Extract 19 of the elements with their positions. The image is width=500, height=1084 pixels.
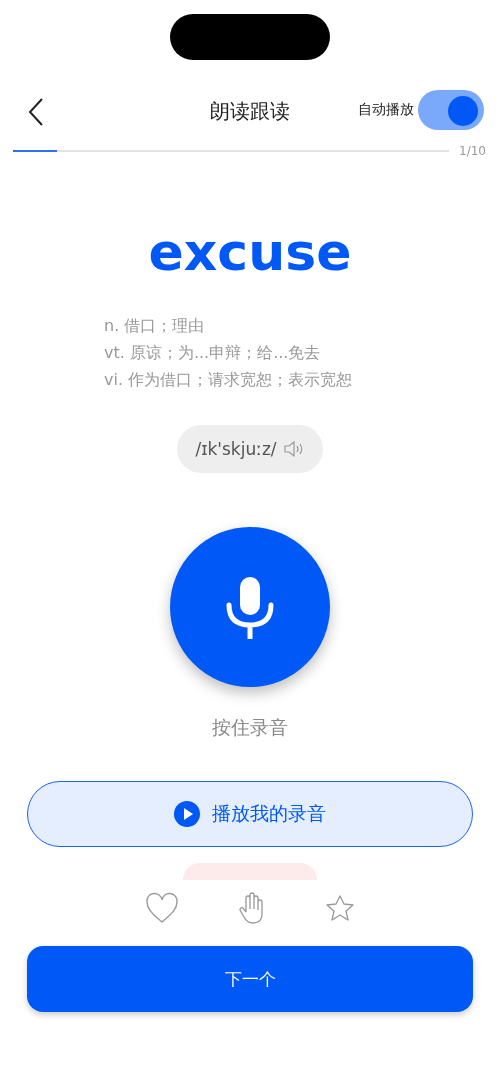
auto-play-label: 自动播放: [358, 101, 414, 119]
definition-line: vi. 作为借口；请求宽恕；表示宽恕: [104, 369, 353, 391]
play-icon: [174, 801, 200, 827]
definition-line: vt. 原谅；为...申辩；给...免去: [104, 342, 322, 364]
word-text: excuse: [148, 221, 352, 284]
progress-counter: 1/10: [459, 144, 486, 158]
microphone-icon: [225, 575, 275, 639]
record-hint: 按住录音: [212, 715, 288, 740]
definition-line: n. 借口；理由: [104, 315, 206, 337]
back-icon[interactable]: [28, 98, 44, 126]
phonetic-button[interactable]: /ɪk'skjuːz/: [177, 425, 323, 473]
heart-icon[interactable]: [145, 892, 179, 924]
auto-play-toggle[interactable]: [418, 90, 484, 130]
star-icon[interactable]: [325, 894, 355, 922]
speaker-icon: [282, 440, 305, 458]
play-recording-button[interactable]: 播放我的录音: [27, 781, 473, 847]
record-button[interactable]: [170, 527, 330, 687]
next-button[interactable]: 下一个: [27, 946, 473, 1012]
page-title: 朗读跟读: [210, 98, 290, 125]
